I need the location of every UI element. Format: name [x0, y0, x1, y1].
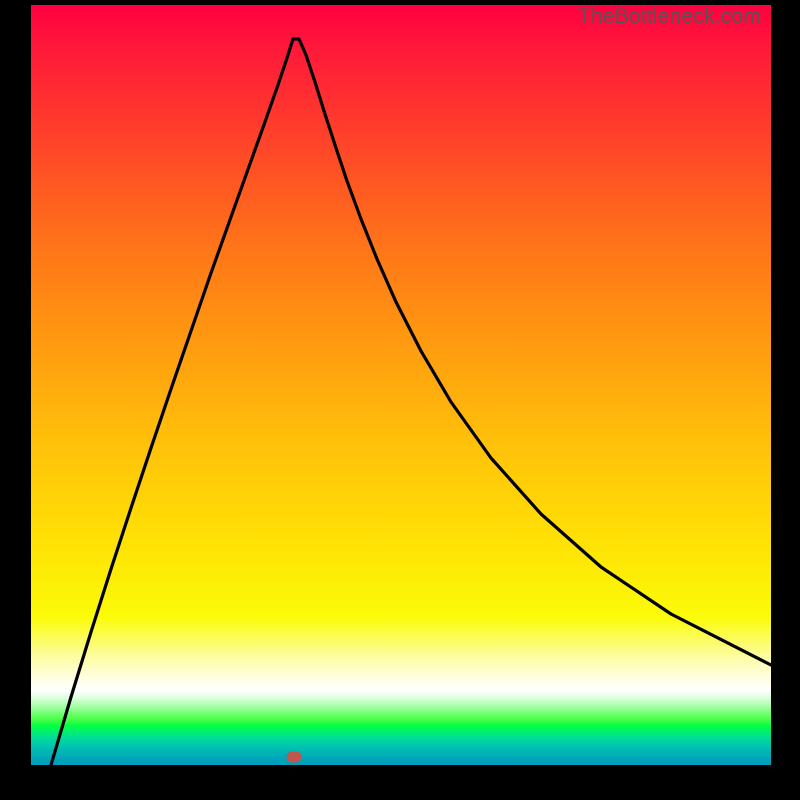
bottleneck-curve — [31, 5, 771, 765]
chart-frame: TheBottleneck.com — [31, 5, 771, 765]
min-marker-icon — [287, 752, 302, 763]
watermark-label: TheBottleneck.com — [578, 5, 761, 29]
